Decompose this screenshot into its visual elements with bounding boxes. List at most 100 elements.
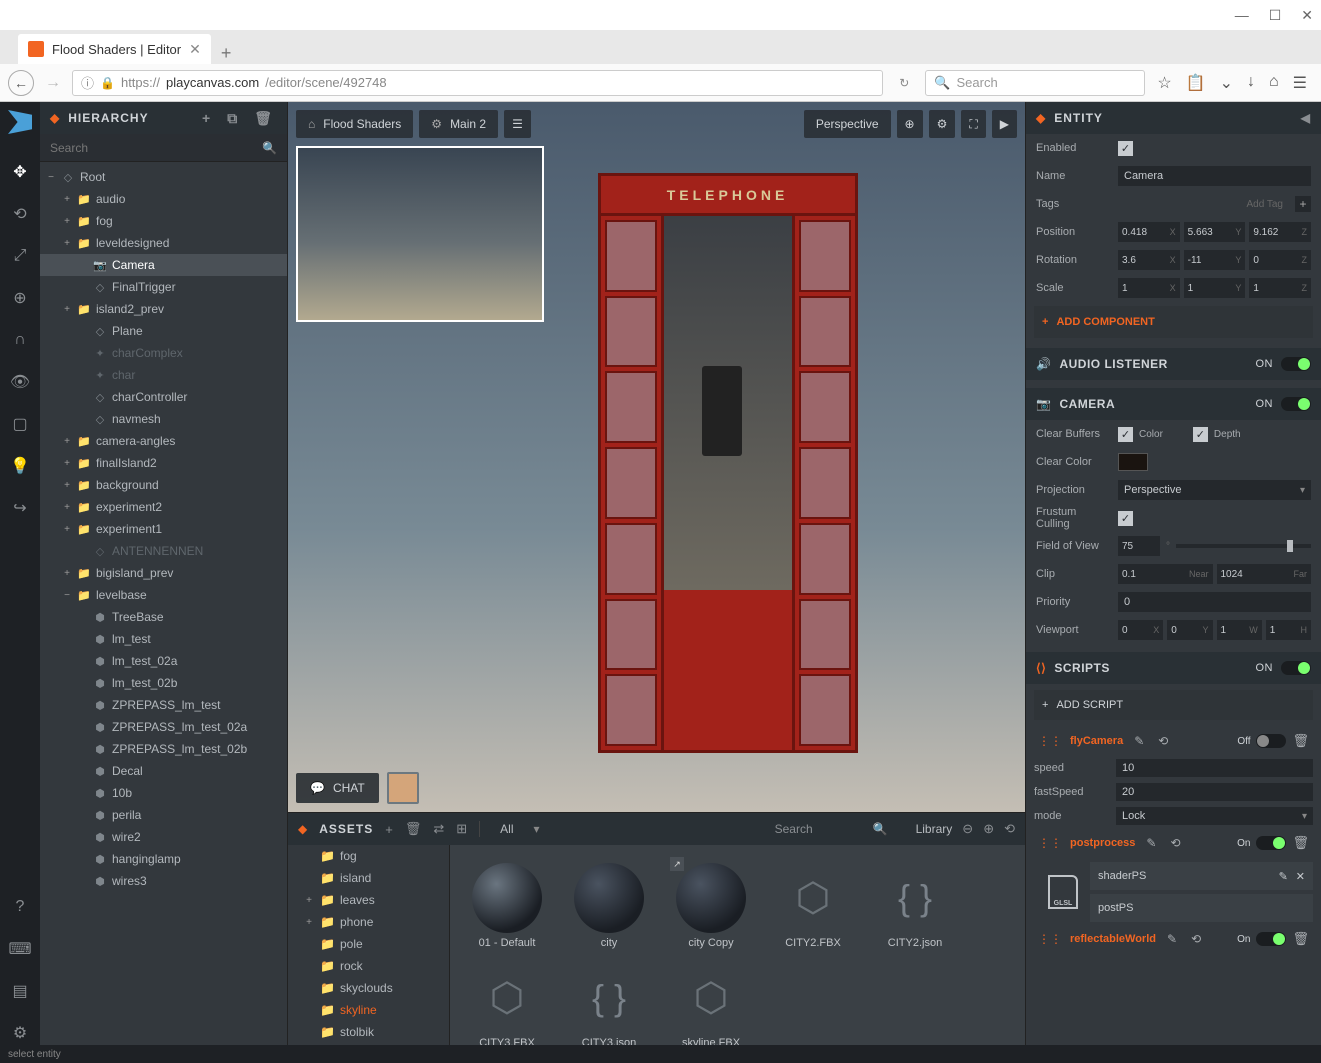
asset-search-input[interactable]: Search: [775, 822, 813, 836]
edit-script-button[interactable]: ✎: [1143, 836, 1159, 850]
folder-item[interactable]: 📁fog: [288, 845, 449, 867]
forward-button[interactable]: →: [40, 70, 66, 96]
tree-item[interactable]: +📁fog: [40, 210, 287, 232]
scale-tool-icon[interactable]: ⤢: [8, 244, 32, 268]
pocket-icon[interactable]: ⌄: [1220, 73, 1233, 93]
projection-dropdown[interactable]: Perspective▾: [1118, 480, 1311, 500]
tree-item[interactable]: ⬢ZPREPASS_lm_test_02a: [40, 716, 287, 738]
snap-tool-icon[interactable]: ∩: [8, 328, 32, 352]
library-icon[interactable]: 📋: [1186, 73, 1206, 93]
viewport-w-input[interactable]: 1W: [1217, 620, 1262, 640]
help-icon[interactable]: ?: [8, 895, 32, 919]
vp-fullscreen-button[interactable]: ⛶: [961, 110, 985, 138]
expand-toggle[interactable]: +: [62, 436, 72, 447]
delete-script-button[interactable]: 🗑: [1292, 733, 1309, 749]
viewport-y-input[interactable]: 0Y: [1167, 620, 1212, 640]
frustum-checkbox[interactable]: [1118, 511, 1133, 526]
library-minus-button[interactable]: ⊖: [962, 821, 973, 837]
color-checkbox[interactable]: [1118, 427, 1133, 442]
edit-script-button[interactable]: ✎: [1131, 734, 1147, 748]
asset-grid[interactable]: 01 - Defaultcity↗city Copy⬡CITY2.FBX{ }C…: [450, 845, 1025, 1045]
vp-play-button[interactable]: ▶: [992, 110, 1017, 138]
asset-filter-all[interactable]: All: [492, 822, 521, 836]
feedback-icon[interactable]: ▤: [8, 979, 32, 1003]
tree-item[interactable]: ⬢ZPREPASS_lm_test: [40, 694, 287, 716]
remove-icon[interactable]: ✕: [1296, 870, 1305, 883]
drag-handle-icon[interactable]: ⋮⋮: [1038, 734, 1062, 748]
hierarchy-search-input[interactable]: Search 🔍: [40, 134, 287, 162]
asset-delete-button[interactable]: 🗑: [405, 821, 422, 837]
folder-item[interactable]: 📁island: [288, 867, 449, 889]
asset-item[interactable]: city: [560, 853, 658, 949]
chevron-down-icon[interactable]: ▾: [534, 822, 540, 836]
drag-handle-icon[interactable]: ⋮⋮: [1038, 836, 1062, 850]
postprocess-toggle[interactable]: [1256, 836, 1286, 850]
layer-tool-icon[interactable]: ▢: [8, 412, 32, 436]
visibility-tool-icon[interactable]: 👁: [8, 370, 32, 394]
expand-toggle[interactable]: +: [62, 458, 72, 469]
scale-y-input[interactable]: 1Y: [1184, 278, 1246, 298]
expand-toggle[interactable]: +: [62, 568, 72, 579]
asset-item[interactable]: ↗city Copy: [662, 853, 760, 949]
asset-item[interactable]: 01 - Default: [458, 853, 556, 949]
clip-far-input[interactable]: 1024Far: [1217, 564, 1312, 584]
fov-input[interactable]: 75: [1118, 536, 1160, 556]
viewport-h-input[interactable]: 1H: [1266, 620, 1311, 640]
rotation-x-input[interactable]: 3.6X: [1118, 250, 1180, 270]
tree-item[interactable]: +📁background: [40, 474, 287, 496]
expand-toggle[interactable]: +: [62, 238, 72, 249]
asset-add-button[interactable]: +: [385, 822, 393, 837]
tree-item[interactable]: ⬢ZPREPASS_lm_test_02b: [40, 738, 287, 760]
tree-item[interactable]: +📁finalIsland2: [40, 452, 287, 474]
tree-item[interactable]: +📁island2_prev: [40, 298, 287, 320]
tab-close-button[interactable]: ✕: [189, 41, 201, 58]
tree-item[interactable]: +📁experiment2: [40, 496, 287, 518]
folder-item[interactable]: 📁pole: [288, 933, 449, 955]
refresh-script-button[interactable]: ⟲: [1188, 932, 1204, 946]
delete-script-button[interactable]: 🗑: [1292, 835, 1309, 851]
library-plus-button[interactable]: ⊕: [983, 821, 994, 837]
tree-item[interactable]: ⬢10b: [40, 782, 287, 804]
edit-script-button[interactable]: ✎: [1164, 932, 1180, 946]
scripts-toggle[interactable]: [1281, 661, 1311, 675]
tree-item[interactable]: −◇Root: [40, 166, 287, 188]
folder-item[interactable]: +📁leaves: [288, 889, 449, 911]
tree-item[interactable]: ⬢perila: [40, 804, 287, 826]
asset-item[interactable]: ⬡CITY3.FBX: [458, 953, 556, 1045]
bookmark-icon[interactable]: ☆: [1157, 73, 1171, 93]
tree-item[interactable]: ⬢TreeBase: [40, 606, 287, 628]
audio-listener-header[interactable]: 🔊 AUDIO LISTENER ON: [1026, 348, 1321, 380]
tree-item[interactable]: ◇Plane: [40, 320, 287, 342]
add-component-button[interactable]: +ADD COMPONENT: [1034, 306, 1313, 338]
user-avatar[interactable]: [387, 772, 419, 804]
expand-toggle[interactable]: +: [62, 502, 72, 513]
post-ps-slot[interactable]: postPS: [1090, 894, 1313, 922]
camera-component-header[interactable]: 📷 CAMERA ON: [1026, 388, 1321, 420]
viewport-3d[interactable]: ⌂Flood Shaders ⚙Main 2 ☰ Perspective ⊕ ⚙…: [288, 102, 1025, 812]
audio-toggle[interactable]: [1281, 357, 1311, 371]
expand-toggle[interactable]: +: [62, 194, 72, 205]
library-refresh-button[interactable]: ⟲: [1004, 821, 1015, 837]
asset-item[interactable]: ⬡CITY2.FBX: [764, 853, 862, 949]
add-script-button[interactable]: +ADD SCRIPT: [1034, 690, 1313, 720]
depth-checkbox[interactable]: [1193, 427, 1208, 442]
tree-item[interactable]: ◇charController: [40, 386, 287, 408]
delete-script-button[interactable]: 🗑: [1292, 931, 1309, 947]
settings-rail-icon[interactable]: ⚙: [8, 1021, 32, 1045]
rotation-y-input[interactable]: -11Y: [1184, 250, 1246, 270]
clip-near-input[interactable]: 0.1Near: [1118, 564, 1213, 584]
tree-item[interactable]: +📁audio: [40, 188, 287, 210]
hierarchy-tree[interactable]: −◇Root+📁audio+📁fog+📁leveldesigned📷Camera…: [40, 162, 287, 1045]
expand-toggle[interactable]: +: [62, 480, 72, 491]
expand-toggle[interactable]: +: [62, 216, 72, 227]
tree-item[interactable]: ✦charComplex: [40, 342, 287, 364]
move-tool-icon[interactable]: ✥: [8, 160, 32, 184]
tree-item[interactable]: ⬢hanginglamp: [40, 848, 287, 870]
refresh-script-button[interactable]: ⟲: [1167, 836, 1183, 850]
expand-toggle[interactable]: +: [304, 917, 314, 928]
chat-button[interactable]: 💬CHAT: [296, 773, 379, 803]
position-y-input[interactable]: 5.663Y: [1184, 222, 1246, 242]
browser-search-input[interactable]: 🔍 Search: [925, 70, 1145, 96]
export-tool-icon[interactable]: ↪: [8, 496, 32, 520]
viewport-x-input[interactable]: 0X: [1118, 620, 1163, 640]
